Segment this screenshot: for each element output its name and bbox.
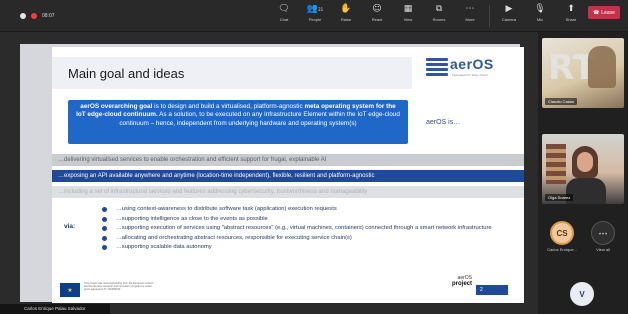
rooms-icon: ⧉: [435, 4, 443, 14]
toolbar-divider: [489, 5, 490, 27]
via-label: via:: [64, 223, 76, 230]
meeting-timer: 08:07: [42, 13, 55, 19]
eu-flag-icon: ★: [60, 283, 80, 297]
meeting-status: 08:07: [20, 13, 55, 19]
bullet-icon: [102, 207, 107, 212]
feature-band-security: …including a set of infrastructural serv…: [52, 186, 524, 198]
aeros-is-label: aerOS is…: [426, 119, 461, 126]
phone-icon: ☎: [593, 9, 600, 16]
feature-band-api: …exposing an API available anywhere and …: [52, 170, 524, 182]
eu-funding-note: This project has received funding from t…: [84, 282, 154, 291]
footer-project-label: aerOS project: [451, 275, 472, 287]
toolbar-actions: 🗨 Chat 👥21 People ✋ Raise ☺ React ▦ View…: [270, 3, 620, 29]
react-icon: ☺: [372, 4, 382, 14]
camera-icon: ▶: [505, 4, 513, 14]
shared-screen: Main goal and ideas aerOS Federated IoT …: [20, 44, 524, 303]
share-icon: ⬆: [567, 4, 575, 14]
participant-avatar-item[interactable]: CS Carlos Enrique...: [545, 221, 579, 252]
rooms-button[interactable]: ⧉ Rooms: [425, 3, 453, 29]
camera-button[interactable]: ▶ Camera: [495, 3, 523, 29]
bookshelf: [546, 144, 566, 184]
participant-name-tag: Claudio Calaio: [545, 98, 578, 105]
participant-video: [588, 46, 616, 88]
recording-icon: [31, 13, 37, 19]
view-button[interactable]: ▦ View: [394, 3, 422, 29]
logo-mark-icon: [426, 58, 448, 80]
view-all-button[interactable]: ⋯ View all: [586, 221, 620, 252]
people-button[interactable]: 👥21 People: [301, 3, 329, 29]
bullet-icon: [102, 235, 107, 241]
chat-icon: 🗨: [278, 4, 290, 14]
bullet-list: …using context-awareness to distribute s…: [102, 206, 512, 254]
feature-band-orchestration: …delivering virtualised services to enab…: [52, 154, 524, 166]
mic-icon: 🎙: [534, 4, 546, 14]
raise-hand-button[interactable]: ✋ Raise: [332, 3, 360, 29]
list-item: …using context-awareness to distribute s…: [102, 206, 512, 213]
leave-button[interactable]: ☎ Leave: [588, 6, 620, 19]
react-button[interactable]: ☺ React: [363, 3, 391, 29]
avatar[interactable]: V: [570, 282, 594, 306]
view-icon: ▦: [403, 4, 413, 14]
list-item: …allocating and orchestrating abstract r…: [102, 235, 512, 242]
list-item: …supporting execution of services using …: [102, 225, 512, 232]
meeting-toolbar: 08:07 🗨 Chat 👥21 People ✋ Raise ☺ React …: [0, 0, 628, 32]
list-item: …supporting intelligence as close to the…: [102, 216, 512, 223]
goal-statement-box: aerOS overarching goal is to design and …: [68, 100, 408, 144]
page-number: 2: [476, 285, 508, 295]
mic-button[interactable]: 🎙 Mic: [526, 3, 554, 29]
participant-name-tag: Olga Suarez: [545, 194, 574, 201]
participant-face: [577, 152, 593, 172]
avatar: CS: [550, 221, 574, 245]
presenter-name-tag: Carlos Enrique Palau Salvador: [0, 304, 110, 314]
presentation-slide: Main goal and ideas aerOS Federated IoT …: [52, 47, 524, 303]
more-button[interactable]: ⋯ More: [456, 3, 484, 29]
view-all-label: View all: [596, 247, 610, 252]
participant-name: Carlos Enrique...: [547, 247, 577, 252]
video-tile[interactable]: Olga Suarez: [542, 134, 624, 204]
aeros-logo: aerOS Federated IoT Edge-Cloud: [426, 54, 510, 84]
bullet-icon: [102, 245, 107, 251]
more-icon: ⋯: [591, 221, 615, 245]
bullet-icon: [102, 226, 107, 232]
slide-title: Main goal and ideas: [68, 66, 185, 81]
shield-icon: [20, 13, 26, 19]
raise-hand-icon: ✋: [340, 4, 352, 14]
meeting-window: 08:07 🗨 Chat 👥21 People ✋ Raise ☺ React …: [0, 0, 628, 314]
people-count-badge: 21: [318, 7, 324, 12]
chat-button[interactable]: 🗨 Chat: [270, 3, 298, 29]
video-tile[interactable]: RT Claudio Calaio: [542, 38, 624, 108]
list-item: …supporting scalable data autonomy: [102, 244, 512, 251]
more-icon: ⋯: [465, 4, 475, 14]
bullet-icon: [102, 216, 107, 222]
people-icon: 👥21: [306, 4, 324, 14]
share-button[interactable]: ⬆ Share: [557, 3, 585, 29]
participants-panel: RT Claudio Calaio Olga Suarez CS Carlos …: [538, 32, 628, 314]
